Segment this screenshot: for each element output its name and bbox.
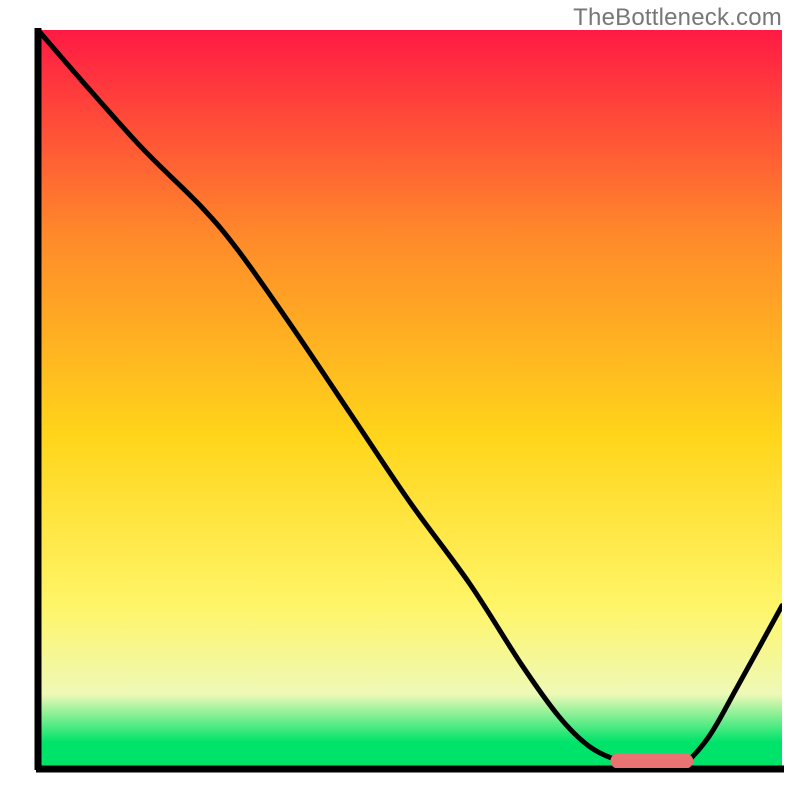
- plot-background: [38, 30, 782, 768]
- chart-frame: TheBottleneck.com: [0, 0, 800, 800]
- bottleneck-chart: [0, 0, 800, 800]
- optimal-range-marker: [611, 754, 693, 768]
